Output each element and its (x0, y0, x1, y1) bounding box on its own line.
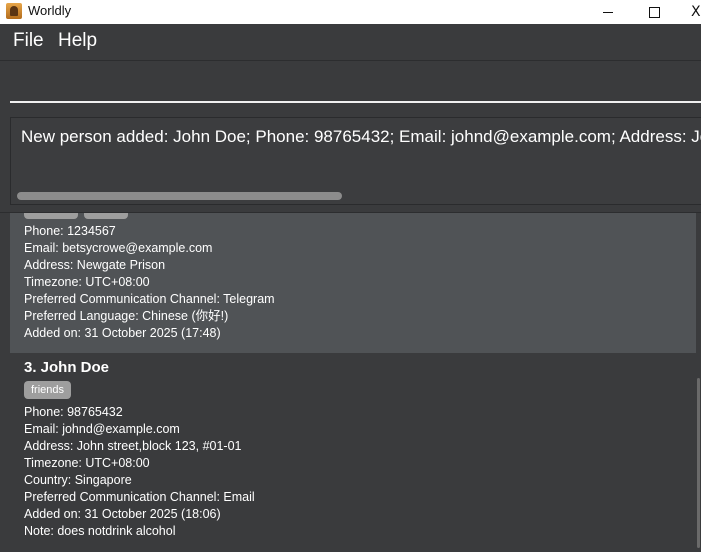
menu-bar: File Help (0, 24, 701, 61)
phone-field: Phone: 1234567 (24, 224, 116, 238)
command-input[interactable] (10, 69, 701, 103)
result-horizontal-scrollbar[interactable] (17, 192, 342, 200)
minimize-button[interactable] (585, 0, 631, 24)
maximize-icon (648, 6, 660, 18)
address-field: Address: Newgate Prison (24, 258, 166, 272)
person-card[interactable]: 3. John Doe friends Phone: 98765432 Emai… (10, 353, 696, 552)
timezone-field: Timezone: UTC+08:00 (24, 456, 150, 470)
phone-field: Phone: 98765432 (24, 405, 123, 419)
added-on-field: Added on: 31 October 2025 (18:06) (24, 507, 221, 521)
added-on-field: Added on: 31 October 2025 (17:48) (24, 326, 221, 340)
tag-row (24, 213, 696, 223)
list-scrollbar-thumb[interactable] (697, 378, 700, 548)
address-field: Address: John street,block 123, #01-01 (24, 439, 242, 453)
close-button[interactable]: X (677, 0, 701, 24)
window-title: Worldly (28, 3, 72, 18)
person-card-selected[interactable]: Phone: 1234567 Email: betsycrowe@example… (10, 213, 696, 353)
email-field: Email: johnd@example.com (24, 422, 180, 436)
close-icon: X (691, 4, 701, 20)
menu-help[interactable]: Help (58, 30, 97, 52)
tag (84, 213, 128, 219)
command-box (0, 61, 701, 111)
preferred-language-field: Preferred Language: Chinese (你好!) (24, 309, 229, 323)
tag-friends: friends (24, 381, 72, 399)
menu-file[interactable]: File (13, 30, 44, 52)
country-field: Country: Singapore (24, 473, 132, 487)
timezone-field: Timezone: UTC+08:00 (24, 275, 150, 289)
minimize-icon (603, 11, 613, 13)
person-list: Phone: 1234567 Email: betsycrowe@example… (0, 212, 701, 552)
result-display: New person added: John Doe; Phone: 98765… (10, 117, 701, 205)
person-name: 3. John Doe (24, 359, 110, 376)
title-bar: Worldly X (0, 0, 701, 24)
tag (24, 213, 78, 219)
result-message: New person added: John Doe; Phone: 98765… (21, 127, 701, 146)
note-field: Note: does notdrink alcohol (24, 524, 176, 538)
communication-channel-field: Preferred Communication Channel: Email (24, 490, 255, 504)
tag-row: friends (24, 380, 696, 404)
maximize-button[interactable] (631, 0, 677, 24)
communication-channel-field: Preferred Communication Channel: Telegra… (24, 292, 275, 306)
app-icon (6, 3, 22, 19)
email-field: Email: betsycrowe@example.com (24, 241, 213, 255)
